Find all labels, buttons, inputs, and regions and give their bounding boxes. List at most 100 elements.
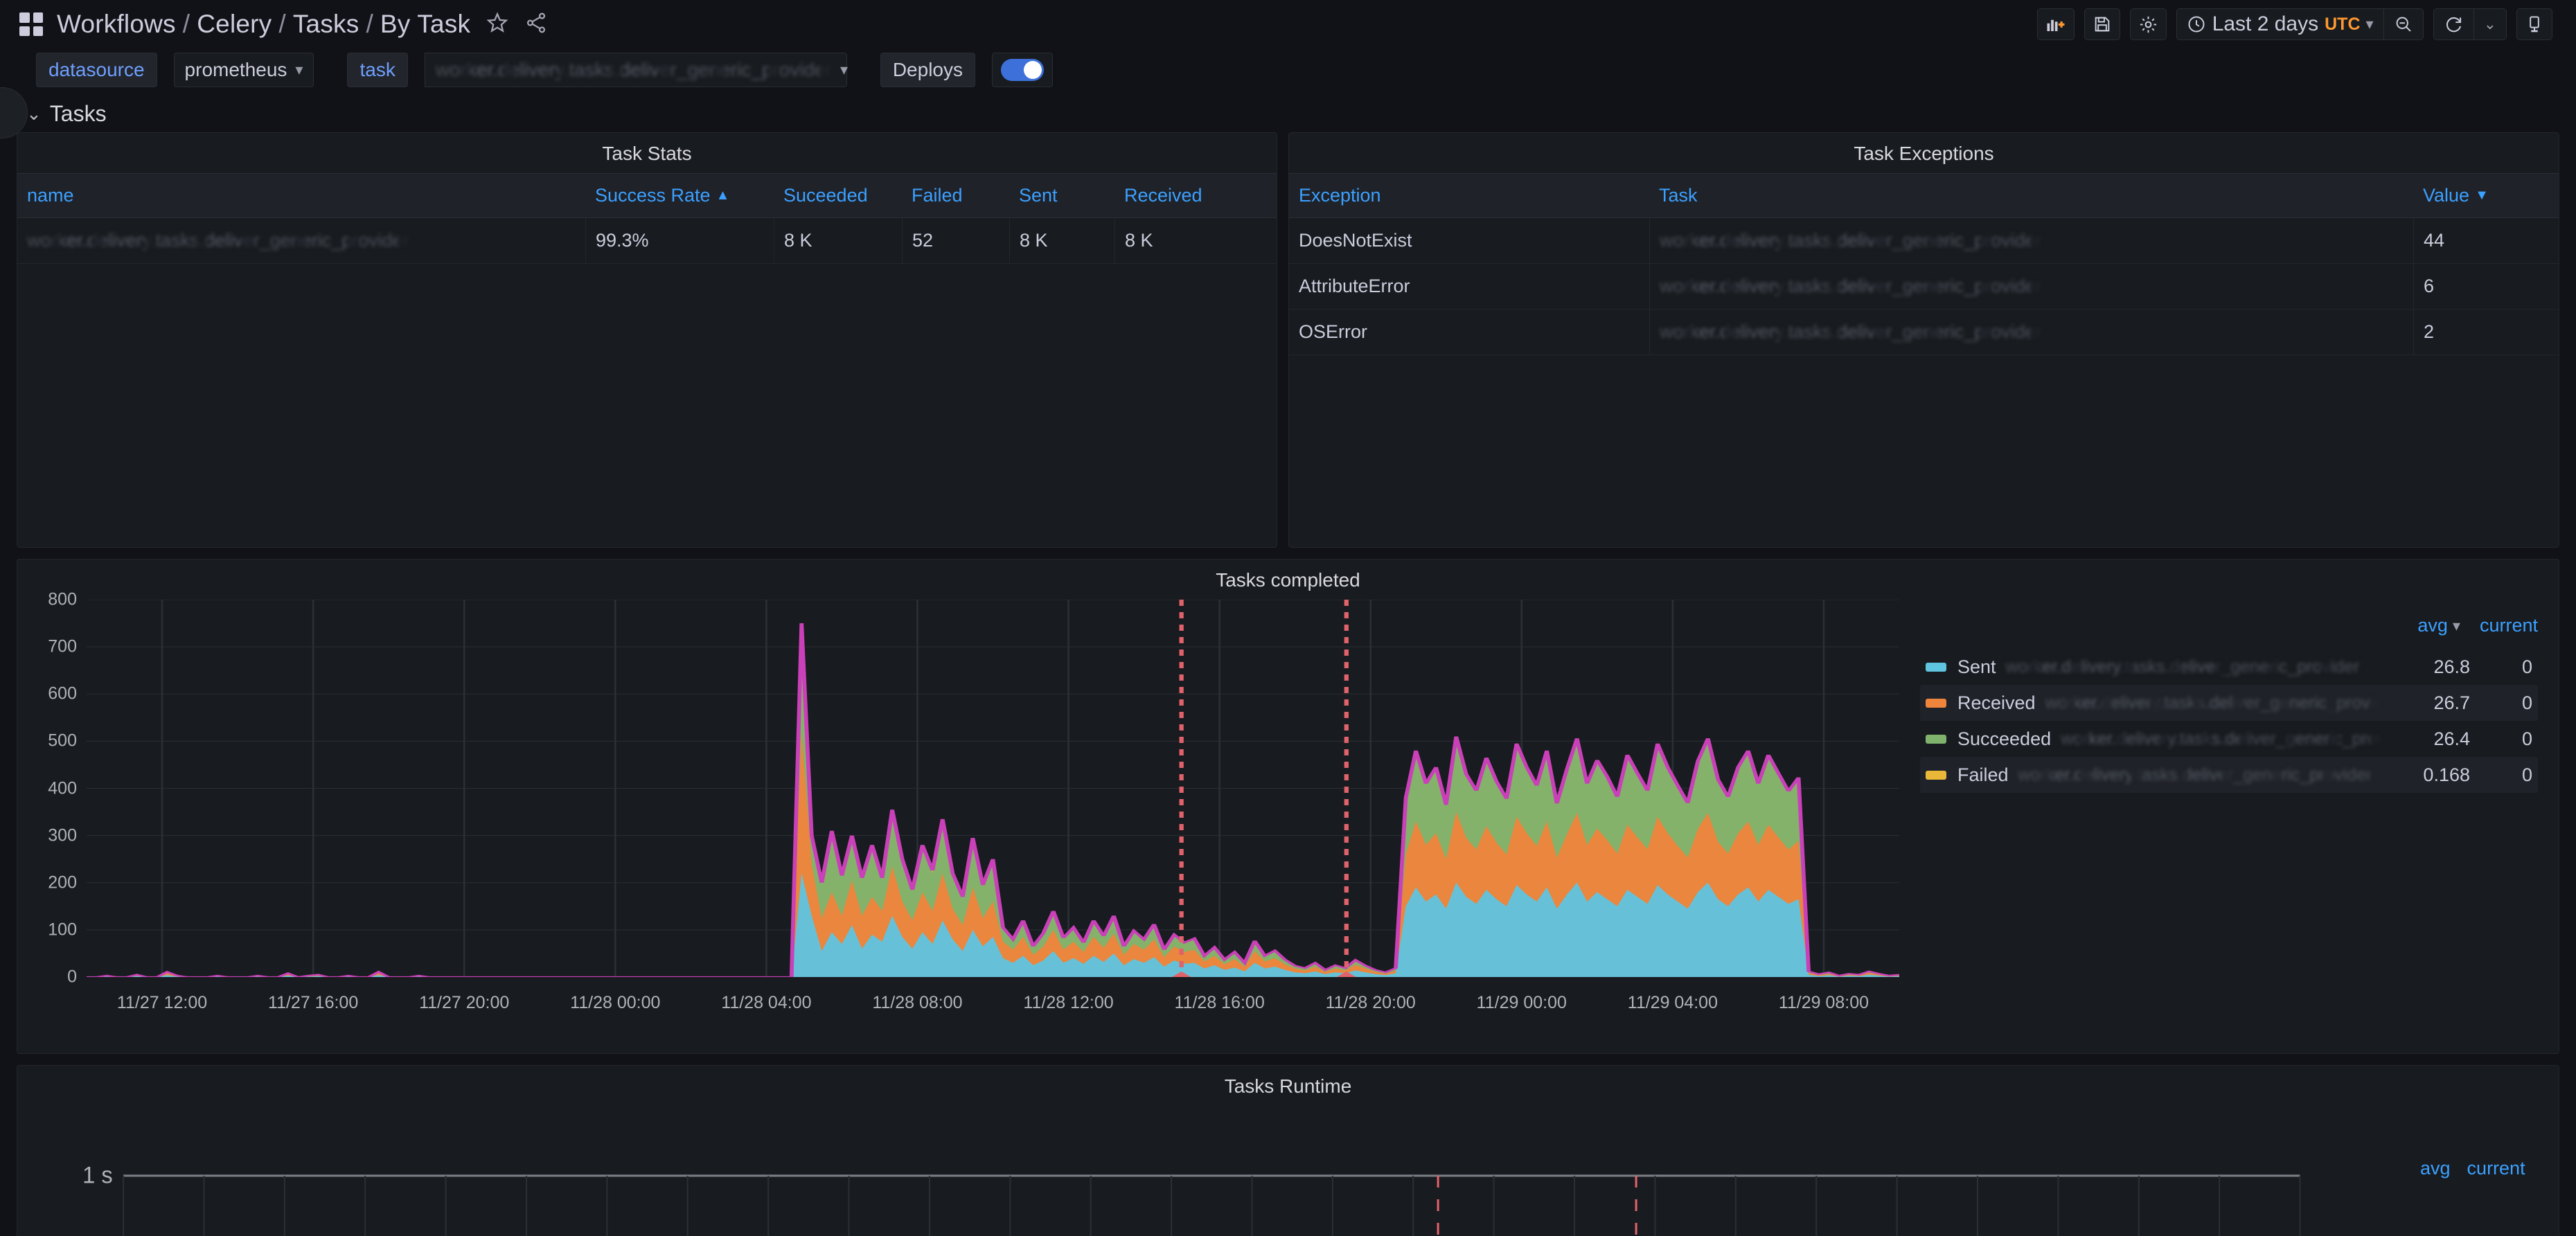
variable-task-select[interactable]: worker.delivery.tasks.deliver_generic_pr… [425, 53, 847, 87]
y-tick-label: 600 [48, 684, 77, 704]
cell-received: 8 K [1114, 218, 1277, 263]
legend-current-value: 0 [2470, 764, 2532, 786]
toggle-switch[interactable] [1001, 59, 1044, 81]
legend-color-swatch [1926, 699, 1946, 708]
column-header-received[interactable]: Received [1114, 174, 1277, 217]
legend-series-task: worker.delivery.tasks.deliver_generic_pr… [2006, 657, 2380, 677]
table-header-row: name Success Rate▲ Suceeded Failed Sent … [17, 173, 1277, 218]
dashboard-row-tasks[interactable]: ⌄ Tasks [0, 94, 2576, 132]
variable-datasource-select[interactable]: prometheus ▾ [174, 53, 314, 87]
legend-item-received[interactable]: Receivedworker.delivery.tasks.deliver_ge… [1920, 685, 2538, 721]
timezone-label: UTC [2325, 15, 2360, 35]
clock-icon [2187, 15, 2206, 34]
zoom-out-time-range-button[interactable] [2384, 9, 2423, 39]
tv-mode-button[interactable] [2516, 8, 2552, 40]
tasks-completed-legend: avg▾ current Sentworker.delivery.tasks.d… [1908, 600, 2559, 1053]
breadcrumb-item-workflows[interactable]: Workflows [57, 10, 176, 39]
chevron-down-icon: ⌄ [26, 103, 42, 125]
legend-current-value: 0 [2470, 728, 2532, 750]
runtime-y-tick-label: 1 s [82, 1163, 113, 1189]
cell-name: worker.delivery.tasks.deliver_generic_pr… [17, 218, 585, 263]
cell-value: 44 [2413, 218, 2559, 263]
legend-item-failed[interactable]: Failedworker.delivery.tasks.deliver_gene… [1920, 757, 2538, 793]
share-icon[interactable] [524, 11, 548, 38]
breadcrumb-item-tasks[interactable]: Tasks [293, 10, 359, 39]
cell-suceeded: 8 K [774, 218, 902, 263]
column-header-success-rate[interactable]: Success Rate▲ [585, 174, 774, 217]
variable-task-value: worker.delivery.tasks.deliver_generic_pr… [436, 59, 832, 81]
legend-current-value: 0 [2470, 692, 2532, 714]
column-header-suceeded[interactable]: Suceeded [774, 174, 902, 217]
refresh-dashboard-button[interactable] [2434, 9, 2473, 39]
variable-deploys: Deploys [880, 53, 1053, 87]
column-header-value[interactable]: Value▼ [2413, 174, 2559, 217]
breadcrumb-separator: / [366, 10, 373, 39]
y-tick-label: 100 [48, 920, 77, 940]
plot-area[interactable] [87, 600, 1899, 977]
cell-success-rate: 99.3% [585, 218, 774, 263]
column-header-exception[interactable]: Exception [1289, 174, 1649, 217]
breadcrumb-item-celery[interactable]: Celery [197, 10, 272, 39]
legend-header: avg▾ current [1920, 615, 2538, 649]
legend-item-succeeded[interactable]: Succeededworker.delivery.tasks.deliver_g… [1920, 721, 2538, 757]
top-navbar: Workflows / Celery / Tasks / By Task [0, 0, 2576, 48]
x-tick-label: 11/27 12:00 [117, 993, 207, 1013]
time-range-label: Last 2 days [2212, 12, 2318, 36]
column-header-task[interactable]: Task [1649, 174, 2413, 217]
y-tick-label: 200 [48, 872, 77, 893]
refresh-picker[interactable]: ⌄ [2433, 8, 2507, 40]
panel-tasks-completed: Tasks completed 800700600500400300200100… [17, 559, 2559, 1054]
tasks-completed-plot[interactable]: 8007006005004003002001000 11/27 12:0011/… [17, 600, 1908, 1053]
variable-deploys-toggle[interactable] [992, 53, 1053, 87]
apps-grid-icon[interactable] [19, 12, 43, 36]
breadcrumb-item-by-task[interactable]: By Task [380, 10, 470, 39]
time-range-picker[interactable]: Last 2 days UTC ▾ [2176, 8, 2424, 40]
x-tick-label: 11/27 20:00 [419, 993, 509, 1013]
variable-datasource: datasource prometheus ▾ [36, 53, 314, 87]
legend-sort-avg[interactable]: avg▾ [2417, 615, 2460, 636]
chevron-down-icon: ⌄ [2484, 15, 2496, 33]
cell-value: 6 [2413, 264, 2559, 309]
time-range-display[interactable]: Last 2 days UTC ▾ [2177, 9, 2383, 39]
variable-datasource-value: prometheus [185, 59, 287, 81]
table-row[interactable]: worker.delivery.tasks.deliver_generic_pr… [17, 218, 1277, 264]
y-tick-label: 500 [48, 731, 77, 751]
dashboard-settings-button[interactable] [2130, 8, 2167, 40]
table-row[interactable]: DoesNotExist worker.delivery.tasks.deliv… [1289, 218, 2559, 264]
table-row[interactable]: AttributeError worker.delivery.tasks.del… [1289, 264, 2559, 310]
legend-color-swatch [1926, 735, 1946, 744]
add-panel-button[interactable] [2037, 8, 2075, 40]
runtime-legend-current[interactable]: current [2467, 1158, 2525, 1179]
cell-task: worker.delivery.tasks.deliver_generic_pr… [1649, 218, 2413, 263]
legend-sort-current[interactable]: current [2480, 615, 2538, 636]
legend-item-sent[interactable]: Sentworker.delivery.tasks.deliver_generi… [1920, 649, 2538, 685]
runtime-plot-area[interactable]: 1 s500 ms [17, 1106, 2420, 1236]
runtime-chart-svg: 1 s500 ms [17, 1106, 2420, 1236]
legend-series-name: Succeeded [1957, 728, 2051, 750]
column-header-failed[interactable]: Failed [902, 174, 1009, 217]
breadcrumb: Workflows / Celery / Tasks / By Task [57, 10, 470, 39]
x-tick-label: 11/28 08:00 [872, 993, 962, 1013]
breadcrumb-separator: / [183, 10, 190, 39]
chevron-down-icon: ▾ [2366, 15, 2374, 33]
y-tick-label: 0 [67, 967, 77, 987]
column-header-name[interactable]: name [17, 174, 585, 217]
breadcrumb-separator: / [278, 10, 285, 39]
variable-task-label: task [347, 53, 407, 87]
refresh-interval-dropdown[interactable]: ⌄ [2474, 9, 2506, 39]
chevron-down-icon: ▾ [840, 61, 848, 79]
panel-title-tasks-runtime: Tasks Runtime [17, 1066, 2559, 1106]
table-row[interactable]: OSError worker.delivery.tasks.deliver_ge… [1289, 310, 2559, 355]
panel-title-tasks-completed: Tasks completed [17, 559, 2559, 600]
legend-series-task: worker.delivery.tasks.deliver_generic_pr… [2018, 765, 2380, 785]
column-header-sent[interactable]: Sent [1009, 174, 1114, 217]
cell-value: 2 [2413, 310, 2559, 355]
star-icon[interactable] [486, 11, 509, 38]
tasks-runtime-body: 1 s500 ms avg current [17, 1106, 2559, 1236]
save-dashboard-button[interactable] [2084, 8, 2120, 40]
tasks-completed-body: 8007006005004003002001000 11/27 12:0011/… [17, 600, 2559, 1053]
chevron-down-icon: ▾ [2453, 617, 2460, 635]
runtime-legend-avg[interactable]: avg [2420, 1158, 2451, 1179]
cell-sent: 8 K [1009, 218, 1114, 263]
cell-task: worker.delivery.tasks.deliver_generic_pr… [1649, 310, 2413, 355]
